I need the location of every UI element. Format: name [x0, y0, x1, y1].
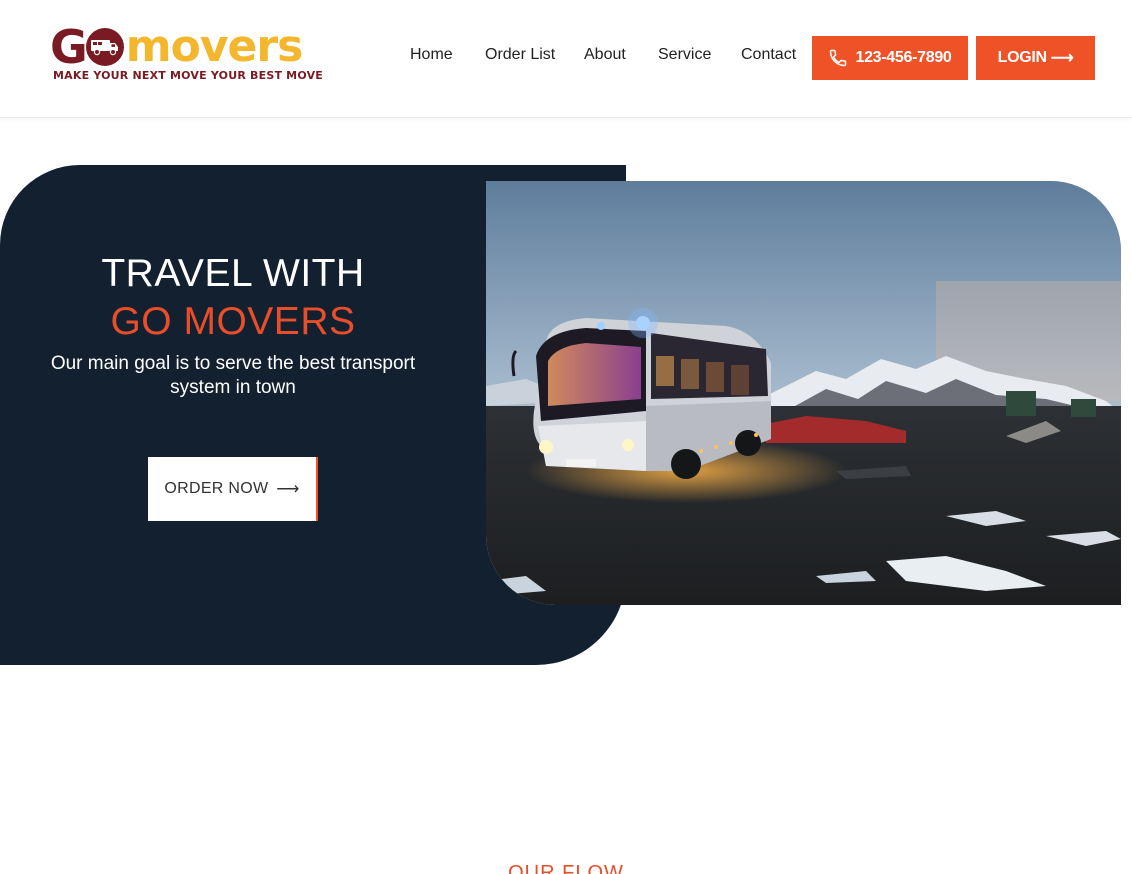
hero-title-line1: TRAVEL WITH	[101, 252, 365, 295]
phone-icon	[828, 48, 848, 68]
arrow-right-icon: ⟶	[1050, 50, 1074, 67]
nav-item-home[interactable]: Home	[410, 46, 453, 64]
phone-button[interactable]: 123-456-7890	[812, 36, 968, 80]
logo-letter-g: G	[50, 20, 88, 74]
hero-subtitle: Our main goal is to serve the best trans…	[50, 353, 416, 398]
logo-tagline: MAKE YOUR NEXT MOVE YOUR BEST MOVE	[53, 69, 324, 82]
order-now-label: ORDER NOW	[164, 480, 269, 497]
logo[interactable]: G movers MAKE YOUR NEXT MOVE YOUR BEST M…	[50, 20, 324, 86]
page: G movers MAKE YOUR NEXT MOVE YOUR BEST M…	[0, 0, 1132, 874]
phone-number-label: 123-456-7890	[855, 49, 952, 66]
arrow-right-icon: ⟶	[276, 481, 300, 498]
nav-item-contact[interactable]: Contact	[741, 46, 796, 64]
hero-title-line2: GO MOVERS	[110, 300, 356, 343]
section-kicker-our-flow: OUR FLOW	[508, 862, 624, 874]
login-label: LOGIN	[997, 49, 1047, 66]
bus-photo-illustration	[486, 181, 1121, 605]
site-header: G movers MAKE YOUR NEXT MOVE YOUR BEST M…	[0, 0, 1132, 118]
logo-wordmark: G movers	[50, 20, 303, 74]
nav-item-about[interactable]: About	[584, 46, 626, 64]
nav-item-service[interactable]: Service	[658, 46, 711, 64]
van-icon	[85, 28, 124, 66]
nav-item-order-list[interactable]: Order List	[485, 46, 555, 64]
hero-image	[486, 181, 1121, 605]
order-now-button[interactable]: ORDER NOW ⟶	[148, 457, 318, 521]
login-button[interactable]: LOGIN ⟶	[976, 36, 1095, 80]
logo-movers-text: movers	[125, 21, 303, 72]
